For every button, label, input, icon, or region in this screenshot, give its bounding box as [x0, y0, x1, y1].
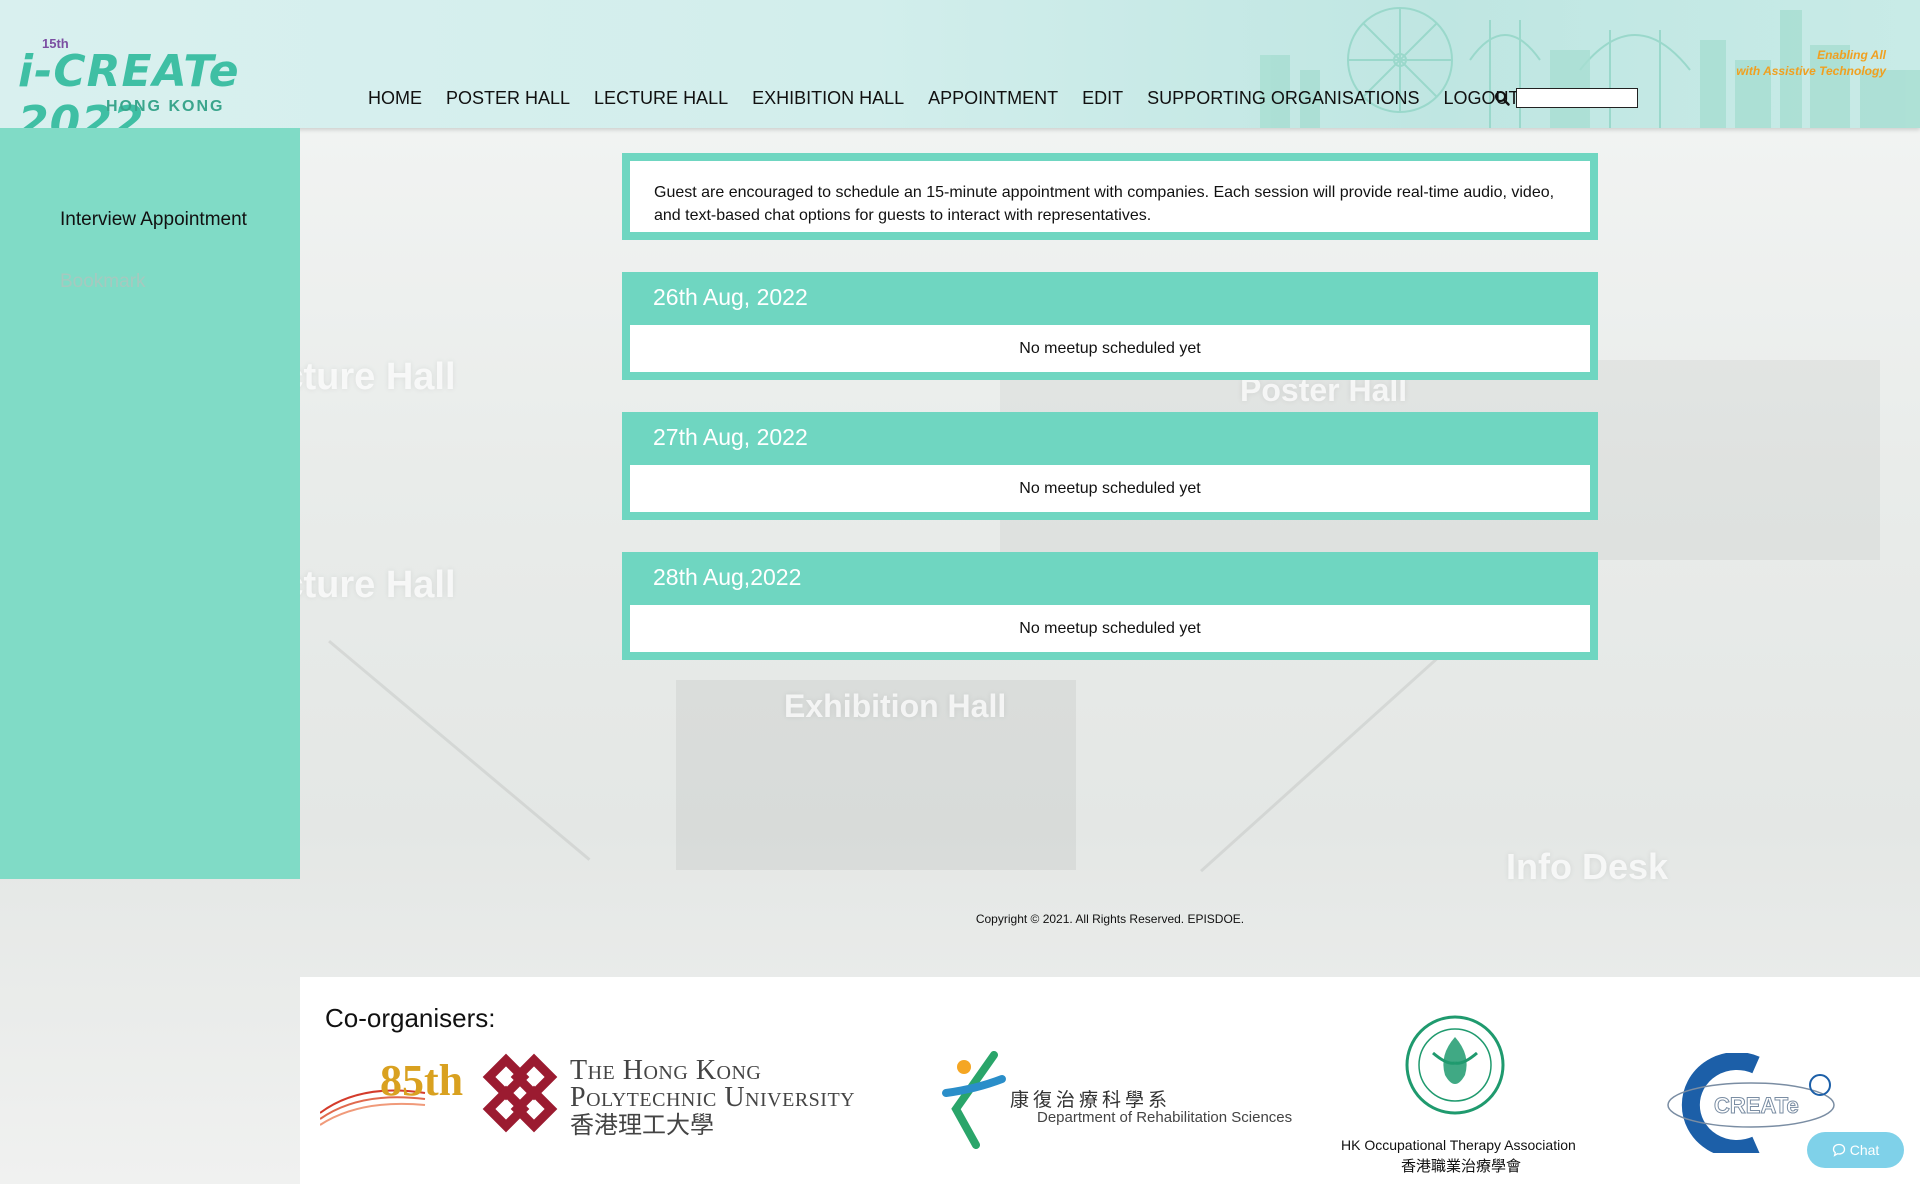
- search-box: [1494, 88, 1638, 108]
- day-title: 27th Aug, 2022: [653, 424, 808, 450]
- hkota-english-name: HK Occupational Therapy Association: [1341, 1137, 1576, 1153]
- hkota-chinese-name: 香港職業治療學會: [1401, 1158, 1522, 1175]
- tagline: Enabling All with Assistive Technology: [1736, 47, 1886, 79]
- polyu-knot-icon: [482, 1053, 558, 1133]
- chat-label: Chat: [1849, 1142, 1880, 1158]
- polyu-name: The Hong Kong Polytechnic University 香港理…: [570, 1057, 855, 1141]
- day-status: No meetup scheduled yet: [630, 325, 1590, 372]
- nav-poster-hall[interactable]: POSTER HALL: [446, 88, 570, 109]
- hkota-seal-icon[interactable]: [1403, 1013, 1507, 1117]
- search-icon[interactable]: [1494, 90, 1510, 106]
- day-card: 28th Aug,2022 No meetup scheduled yet: [622, 552, 1598, 660]
- background-escalator: [1200, 655, 1440, 873]
- co-organisers-footer: Co-organisers: 85th The Hong Kong Polyte…: [300, 977, 1920, 1184]
- rehab-english-name: Department of Rehabilitation Sciences: [1037, 1109, 1293, 1126]
- nav-lecture-hall[interactable]: LECTURE HALL: [594, 88, 728, 109]
- nav-appointment[interactable]: APPOINTMENT: [928, 88, 1058, 109]
- sidebar: Interview Appointment Bookmark: [0, 128, 300, 879]
- polyu-line1: The Hong Kong: [570, 1055, 762, 1086]
- day-card: 27th Aug, 2022 No meetup scheduled yet: [622, 412, 1598, 520]
- nav-home[interactable]: HOME: [368, 88, 422, 109]
- appointment-notice: Guest are encouraged to schedule an 15-m…: [622, 153, 1598, 240]
- copyright-text: Copyright © 2021. All Rights Reserved. E…: [975, 912, 1245, 926]
- chat-button[interactable]: Chat: [1807, 1132, 1904, 1168]
- polyu-chinese-name: 香港理工大學: [570, 1113, 714, 1139]
- background-label: Info Desk: [1506, 846, 1669, 887]
- tagline-line2: with Assistive Technology: [1736, 64, 1886, 78]
- sidebar-item-interview-appointment[interactable]: Interview Appointment: [60, 209, 247, 231]
- day-title: 26th Aug, 2022: [653, 284, 808, 310]
- search-input[interactable]: [1516, 88, 1638, 108]
- background-escalator: [328, 640, 591, 861]
- nav-edit[interactable]: EDIT: [1082, 88, 1123, 109]
- logo-location: HONG KONG: [106, 98, 225, 115]
- co-organisers-title: Co-organisers:: [325, 1003, 496, 1033]
- polyu-line2: Polytechnic University: [570, 1082, 856, 1113]
- nav-exhibition-hall[interactable]: EXHIBITION HALL: [752, 88, 904, 109]
- event-logo[interactable]: 15th i-CREATe 2022 HONG KONG: [18, 36, 308, 128]
- chat-bubble-icon: [1832, 1143, 1845, 1157]
- day-status: No meetup scheduled yet: [630, 605, 1590, 652]
- rehab-logo-icon[interactable]: [936, 1049, 1016, 1149]
- sidebar-item-bookmark[interactable]: Bookmark: [60, 271, 146, 293]
- background-label: Exhibition Hall: [784, 688, 1007, 724]
- rehab-chinese-name: 康復治療科學系: [1010, 1090, 1172, 1111]
- day-status: No meetup scheduled yet: [630, 465, 1590, 512]
- nav-supporting-organisations[interactable]: SUPPORTING ORGANISATIONS: [1147, 88, 1419, 109]
- main-nav: HOME POSTER HALL LECTURE HALL EXHIBITION…: [368, 88, 1544, 109]
- day-title: 28th Aug,2022: [653, 564, 802, 590]
- day-card: 26th Aug, 2022 No meetup scheduled yet: [622, 272, 1598, 380]
- create-logo-text: CREATe: [1714, 1093, 1799, 1118]
- notice-text: Guest are encouraged to schedule an 15-m…: [654, 184, 1555, 224]
- polyu-anniversary: 85th: [380, 1056, 464, 1105]
- top-header: 15th i-CREATe 2022 HONG KONG Enabling Al…: [0, 0, 1920, 128]
- tagline-line1: Enabling All: [1817, 48, 1886, 62]
